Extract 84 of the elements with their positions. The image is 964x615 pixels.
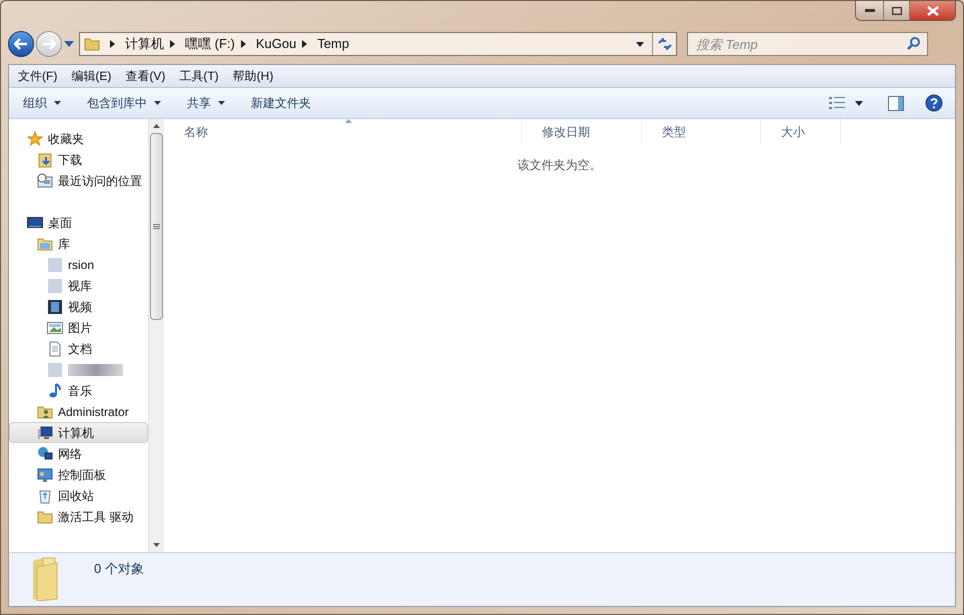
- video-icon: [47, 298, 63, 314]
- close-icon: [926, 6, 938, 16]
- breadcrumb[interactable]: 计算机: [125, 34, 164, 54]
- back-button[interactable]: [8, 31, 34, 57]
- nav-item[interactable]: 激活工具 驱动: [9, 506, 148, 527]
- nav-item[interactable]: 视频: [9, 296, 148, 317]
- status-text: 0 个对象: [94, 560, 144, 578]
- close-button[interactable]: [910, 1, 955, 20]
- nav-item[interactable]: 文档: [9, 338, 148, 359]
- blurred-icon: [47, 362, 63, 378]
- network-icon: [37, 446, 53, 462]
- nav-item[interactable]: 计算机: [9, 422, 148, 443]
- menu-item[interactable]: 帮助(H): [226, 67, 280, 85]
- forward-arrow-icon: [42, 38, 56, 50]
- column-header[interactable]: 大小: [761, 119, 841, 144]
- maximize-icon: [892, 6, 902, 14]
- refresh-icon: [658, 38, 672, 50]
- chevron-icon[interactable]: [302, 40, 308, 48]
- minimize-button[interactable]: [856, 1, 884, 20]
- computer-icon: [37, 424, 53, 440]
- address-bar[interactable]: 计算机 嘿嘿 (F:) KuGou Temp: [79, 32, 677, 56]
- nav-item[interactable]: 最近访问的位置: [9, 170, 148, 191]
- nav-item[interactable]: 控制面板: [9, 464, 148, 485]
- toolbar-button[interactable]: 包含到库中: [77, 91, 171, 115]
- blurred-icon: [47, 256, 63, 272]
- dropdown-caret-icon[interactable]: [636, 42, 644, 46]
- grip-icon: [153, 224, 160, 229]
- chevron-icon[interactable]: [170, 40, 175, 48]
- toolbar-button[interactable]: 共享: [177, 91, 235, 115]
- menu-item[interactable]: 工具(T): [173, 67, 225, 85]
- desktop-icon: [27, 214, 43, 230]
- recent-icon: [37, 172, 53, 188]
- breadcrumb[interactable]: KuGou: [256, 34, 296, 54]
- breadcrumb[interactable]: 嘿嘿 (F:): [185, 34, 235, 54]
- chevron-icon[interactable]: [240, 40, 246, 48]
- folder-icon: [84, 36, 100, 52]
- details-view-icon: [829, 97, 845, 109]
- folder-icon: [37, 508, 53, 524]
- column-header[interactable]: 类型: [642, 119, 761, 144]
- minimize-icon: [864, 8, 874, 12]
- nav-item[interactable]: 收藏夹: [9, 128, 148, 149]
- nav-item[interactable]: 图片: [9, 317, 148, 338]
- document-icon: [47, 340, 63, 356]
- nav-item[interactable]: Administrator: [9, 401, 148, 422]
- nav-item[interactable]: 网络: [9, 443, 148, 464]
- control-icon: [37, 466, 53, 482]
- toolbar-button[interactable]: 组织: [13, 91, 71, 115]
- library-icon: [37, 236, 53, 252]
- nav-item[interactable]: 音乐: [9, 380, 148, 401]
- user-icon: [37, 404, 53, 420]
- back-arrow-icon: [14, 38, 28, 50]
- search-field[interactable]: 搜索 Temp: [687, 32, 928, 56]
- menu-item[interactable]: 编辑(E): [65, 67, 118, 85]
- search-icon: [907, 37, 920, 50]
- scroll-up-icon[interactable]: [153, 124, 160, 128]
- download-icon: [37, 152, 53, 168]
- music-icon: [47, 382, 63, 398]
- toolbar-button[interactable]: 新建文件夹: [241, 91, 321, 115]
- nav-item[interactable]: 视库: [9, 275, 148, 296]
- breadcrumb[interactable]: Temp: [317, 34, 350, 54]
- nav-item[interactable]: 回收站: [9, 485, 148, 506]
- star-icon: [27, 130, 43, 146]
- recycle-icon: [37, 488, 53, 504]
- nav-item[interactable]: 桌面: [9, 212, 148, 233]
- maximize-button[interactable]: [884, 1, 910, 20]
- chevron-icon[interactable]: [110, 40, 115, 48]
- history-dropdown-icon[interactable]: [64, 41, 74, 47]
- nav-item[interactable]: 下载: [9, 149, 148, 170]
- nav-item[interactable]: rsion: [9, 254, 148, 275]
- help-icon: [925, 94, 943, 112]
- caret-icon: [855, 100, 863, 106]
- picture-icon: [47, 320, 63, 336]
- sort-arrow-icon: [345, 119, 352, 123]
- menu-item[interactable]: 文件(F): [12, 67, 64, 85]
- menu-item[interactable]: 查看(V): [119, 67, 172, 85]
- scrollbar[interactable]: [148, 119, 164, 552]
- nav-item[interactable]: 库: [9, 233, 148, 254]
- help-button[interactable]: [923, 92, 945, 114]
- scrollbar-thumb[interactable]: [150, 133, 163, 320]
- empty-folder-message: 该文件夹为空。: [518, 157, 602, 174]
- scroll-down-icon[interactable]: [153, 543, 160, 547]
- blurred-icon: [47, 278, 63, 294]
- preview-pane-icon: [888, 96, 904, 110]
- column-header[interactable]: 修改日期: [522, 119, 642, 144]
